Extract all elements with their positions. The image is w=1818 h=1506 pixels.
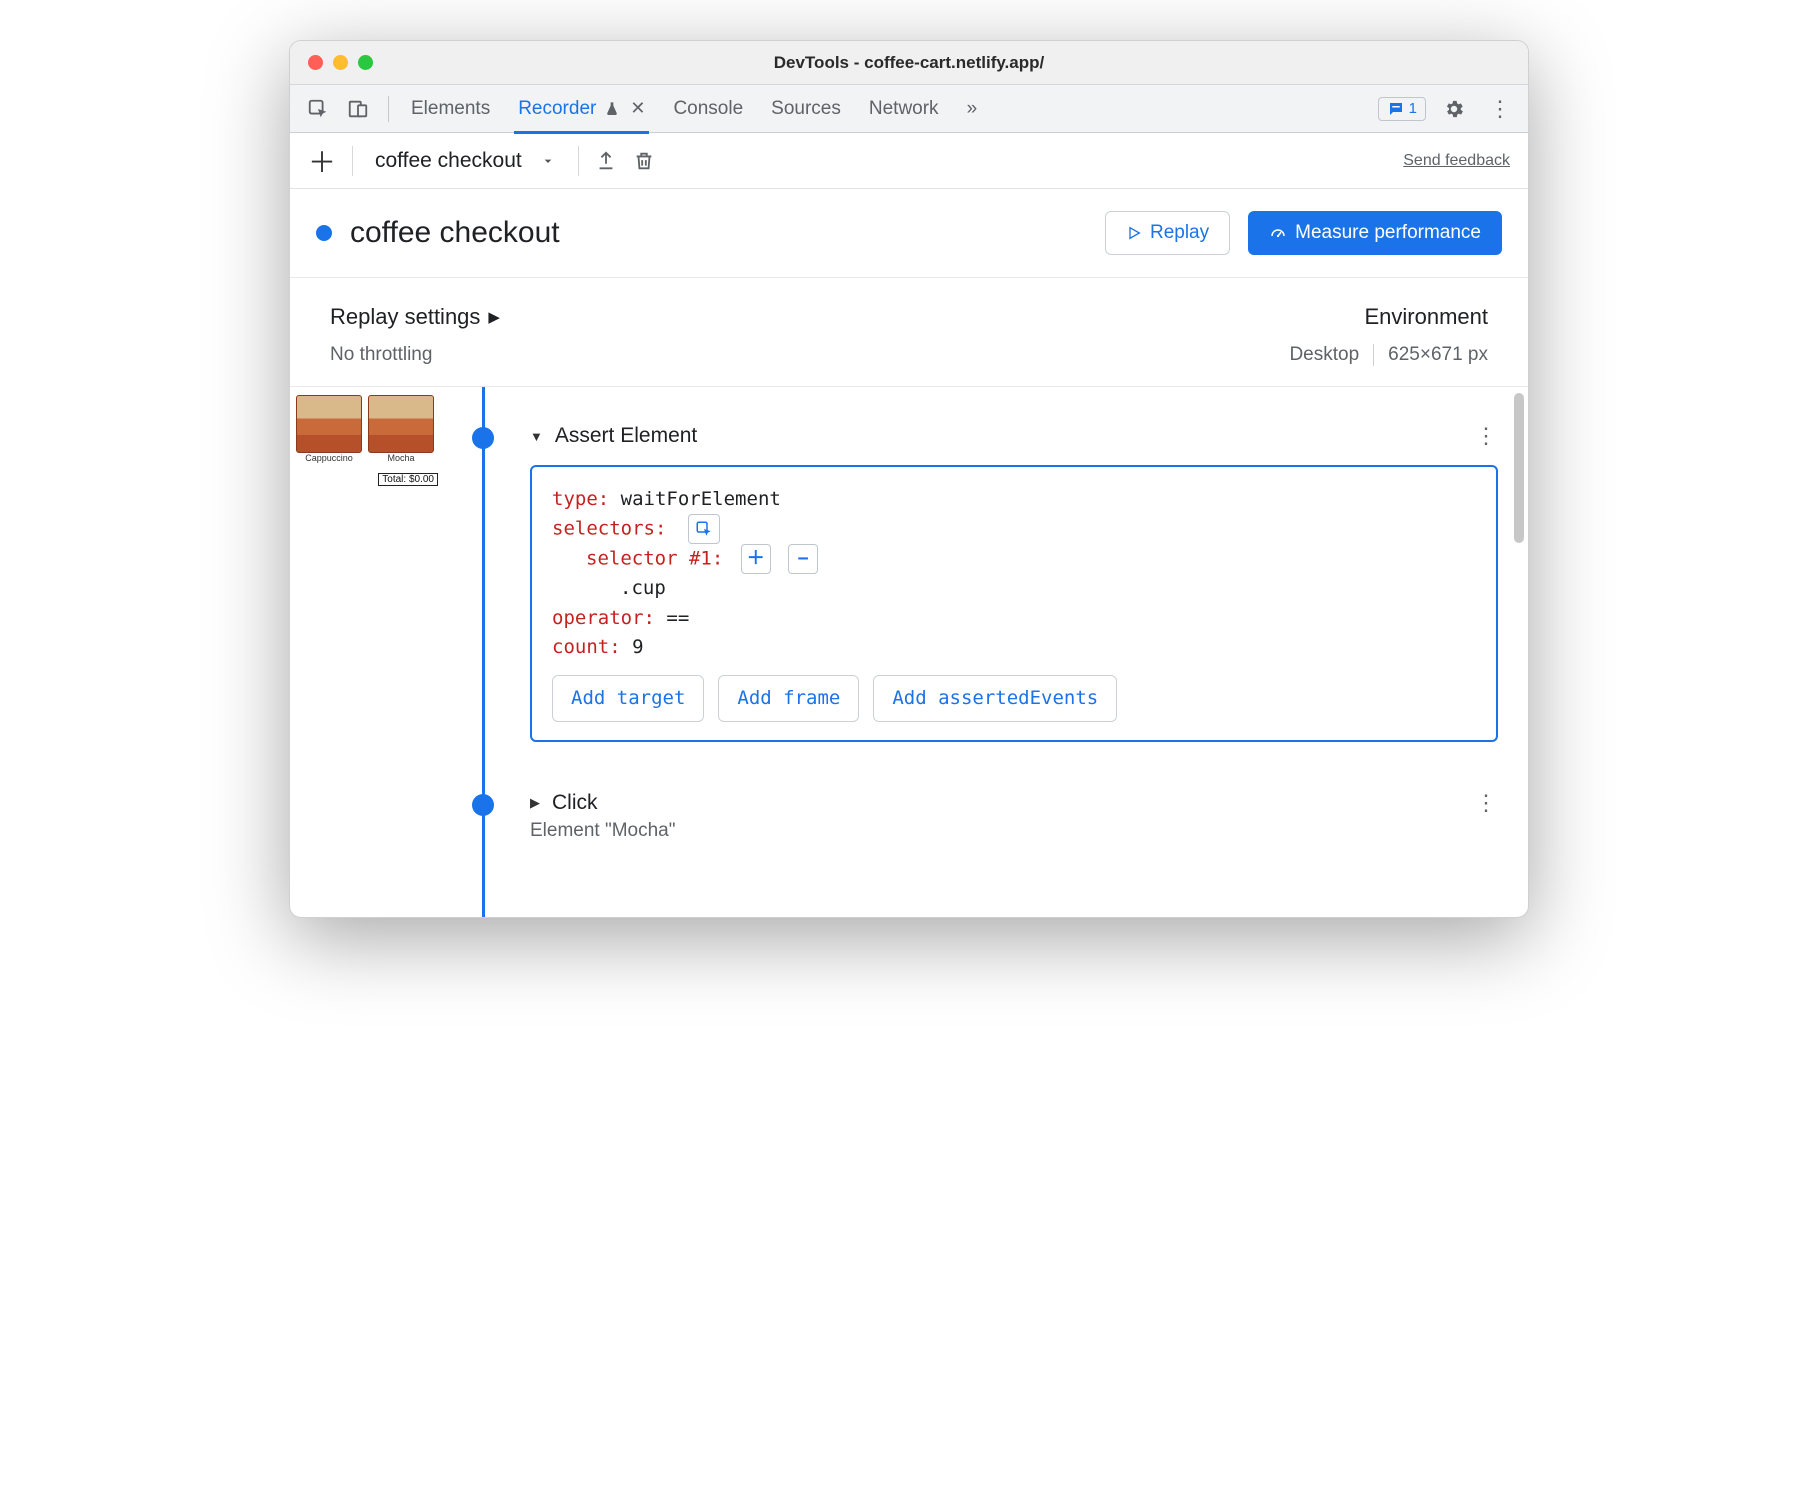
close-tab-icon[interactable]: ✕ — [630, 98, 645, 119]
play-icon — [1126, 225, 1142, 241]
count-value[interactable]: 9 — [632, 636, 643, 658]
add-target-button[interactable]: Add target — [552, 675, 704, 722]
step-editor[interactable]: type: waitForElement selectors: selector… — [530, 465, 1498, 742]
separator — [1373, 344, 1374, 366]
devtools-window: DevTools - coffee-cart.netlify.app/ Elem… — [289, 40, 1529, 918]
timeline-node — [472, 427, 494, 449]
add-frame-button[interactable]: Add frame — [718, 675, 859, 722]
tab-console[interactable]: Console — [673, 85, 743, 133]
scrollbar[interactable] — [1514, 393, 1524, 543]
replay-settings-toggle[interactable]: Replay settings ▶ — [330, 304, 500, 330]
step-thumbnail[interactable] — [368, 395, 434, 453]
window-traffic-lights — [290, 55, 373, 70]
kebab-menu-icon[interactable]: ⋮ — [1482, 91, 1518, 127]
device-label: Desktop — [1289, 344, 1359, 366]
tab-sources[interactable]: Sources — [771, 85, 841, 133]
element-picker-icon[interactable] — [688, 514, 720, 544]
zoom-window-button[interactable] — [358, 55, 373, 70]
close-window-button[interactable] — [308, 55, 323, 70]
tab-recorder[interactable]: Recorder ✕ — [518, 85, 645, 133]
tab-elements[interactable]: Elements — [411, 85, 490, 133]
replay-button[interactable]: Replay — [1105, 211, 1230, 255]
timeline-node — [472, 794, 494, 816]
chat-icon — [1387, 100, 1405, 118]
step-click: ▶ Click ⋮ Element "Mocha" — [450, 790, 1498, 842]
recording-title: coffee checkout — [350, 216, 1087, 250]
step-kebab-menu[interactable]: ⋮ — [1475, 790, 1498, 816]
step-title: Assert Element — [555, 424, 697, 448]
throttling-label: No throttling — [330, 344, 500, 366]
more-tabs-button[interactable]: » — [967, 85, 978, 133]
step-thumbnail[interactable] — [296, 395, 362, 453]
chevron-down-icon — [540, 153, 556, 169]
operator-value[interactable]: == — [666, 607, 689, 629]
new-recording-button[interactable]: ＋ — [308, 141, 336, 181]
gauge-icon — [1269, 224, 1287, 242]
steps-area: Cappuccino Mocha Total: $0.00 ▼ Assert E… — [290, 387, 1528, 917]
step-title: Click — [552, 791, 598, 815]
send-feedback-link[interactable]: Send feedback — [1403, 152, 1510, 170]
recorder-toolbar: ＋ coffee checkout Send feedback — [290, 133, 1528, 189]
separator — [578, 146, 579, 176]
settings-row: Replay settings ▶ No throttling Environm… — [290, 278, 1528, 387]
inspect-element-icon[interactable] — [300, 91, 336, 127]
window-title: DevTools - coffee-cart.netlify.app/ — [290, 53, 1528, 73]
recording-header: coffee checkout Replay Measure performan… — [290, 189, 1528, 278]
add-selector-button[interactable]: ＋ — [741, 544, 771, 574]
separator — [388, 96, 389, 122]
type-value[interactable]: waitForElement — [621, 488, 781, 510]
settings-gear-icon[interactable] — [1436, 91, 1472, 127]
device-toolbar-icon[interactable] — [340, 91, 376, 127]
devtools-tabbar: Elements Recorder ✕ Console Sources Netw… — [290, 85, 1528, 133]
chevron-right-icon: ▶ — [488, 308, 500, 326]
thumbnail-label: Cappuccino — [296, 453, 362, 463]
recording-status-dot — [316, 225, 332, 241]
flask-icon — [604, 101, 620, 117]
export-icon[interactable] — [595, 150, 617, 172]
titlebar: DevTools - coffee-cart.netlify.app/ — [290, 41, 1528, 85]
collapse-icon[interactable]: ▼ — [530, 429, 543, 444]
add-asserted-events-button[interactable]: Add assertedEvents — [873, 675, 1117, 722]
viewport-label: 625×671 px — [1388, 344, 1488, 366]
tab-network[interactable]: Network — [869, 85, 939, 133]
minimize-window-button[interactable] — [333, 55, 348, 70]
step-subtitle: Element "Mocha" — [530, 820, 1498, 842]
separator — [352, 146, 353, 176]
thumbnail-label: Mocha — [368, 453, 434, 463]
expand-icon[interactable]: ▶ — [530, 795, 540, 811]
delete-icon[interactable] — [633, 150, 655, 172]
timeline: ▼ Assert Element ⋮ type: waitForElement … — [450, 387, 1528, 917]
remove-selector-button[interactable]: − — [788, 544, 818, 574]
measure-performance-button[interactable]: Measure performance — [1248, 211, 1502, 255]
recording-dropdown[interactable]: coffee checkout — [369, 149, 562, 173]
environment-label: Environment — [1289, 304, 1488, 330]
screenshot-thumbnails: Cappuccino Mocha Total: $0.00 — [290, 387, 450, 917]
issues-badge[interactable]: 1 — [1378, 97, 1426, 121]
thumbnail-total: Total: $0.00 — [378, 473, 438, 486]
step-kebab-menu[interactable]: ⋮ — [1475, 423, 1498, 449]
selector-value[interactable]: .cup — [620, 577, 666, 599]
step-assert-element: ▼ Assert Element ⋮ type: waitForElement … — [450, 423, 1498, 742]
